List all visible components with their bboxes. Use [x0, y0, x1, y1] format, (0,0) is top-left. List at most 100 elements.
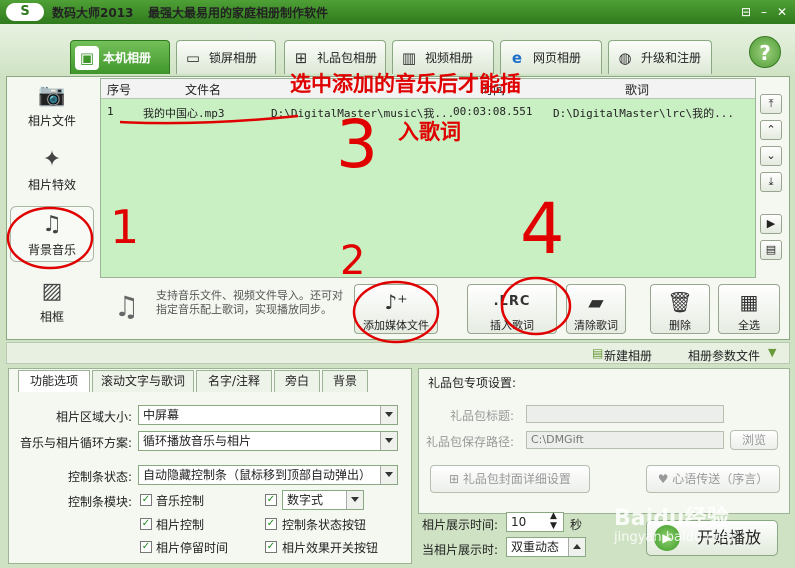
annotation-instruction-line2: 入歌词 [398, 120, 461, 144]
move-down-icon[interactable]: ⌄ [760, 146, 782, 166]
control-state-label: 控制条状态: [67, 470, 132, 484]
chevron-down-icon [385, 438, 393, 443]
row-index: 1 [107, 105, 114, 118]
effect-select[interactable]: 双重动态 [506, 537, 586, 557]
tab-lockscreen-album[interactable]: ▭ 锁屏相册 [176, 40, 276, 74]
move-up-icon[interactable]: ⌃ [760, 120, 782, 140]
select-value: 双重动态 [511, 540, 560, 554]
tab-scrolling-text-lyrics[interactable]: 滚动文字与歌词 [92, 370, 194, 392]
action-description: 支持音乐文件、视频文件导入。还可对指定音乐配上歌词，实现播放同步。 [156, 289, 343, 316]
chevron-down-icon [385, 412, 393, 417]
ie-icon: e [511, 48, 523, 67]
trash-icon: 🗑 [667, 290, 693, 314]
row-lyrics: D:\DigitalMaster\lrc\我的... [553, 107, 734, 120]
insert-lyrics-button[interactable]: .LRC 插入歌词 [467, 284, 557, 334]
chevron-down-icon [351, 497, 359, 502]
sidebar-item-photo-frame[interactable]: ▨ 相框 [10, 274, 94, 330]
help-icon[interactable]: ? [749, 36, 781, 68]
properties-icon[interactable]: ▤ [760, 240, 782, 260]
music-note-icon: ♫ [114, 290, 140, 323]
digital-style-select[interactable]: 数字式 [282, 490, 364, 510]
gift-icon: ⊞ [449, 472, 463, 486]
gift-cover-settings-button[interactable]: ⊞ 礼品包封面详细设置 [430, 465, 590, 493]
restore-icon[interactable]: ⊟ [738, 4, 754, 20]
button-label: 全选 [738, 319, 760, 332]
tab-upgrade-register[interactable]: ◍ 升级和注册 [608, 40, 712, 74]
tab-label: 锁屏相册 [209, 51, 258, 65]
column-header-index[interactable]: 序号 [107, 81, 131, 98]
mood-message-button[interactable]: ♥ 心语传送（序言） [646, 465, 780, 493]
app-logo-icon: S [6, 3, 44, 21]
app-slogan: 最强大最易用的家庭相册制作软件 [148, 6, 329, 20]
close-icon[interactable]: ✕ [774, 4, 790, 20]
add-music-icon: ♪⁺ [384, 290, 408, 314]
clear-lyrics-button[interactable]: ▰ 清除歌词 [566, 284, 626, 334]
digital-checkbox[interactable]: ✓ [265, 494, 277, 506]
photo-area-select[interactable]: 中屏幕 [138, 405, 398, 425]
tab-narration[interactable]: 旁白 [274, 370, 320, 392]
sidebar-item-background-music[interactable]: ♫ 背景音乐 [10, 206, 94, 262]
camera-icon: 📷 [38, 83, 66, 108]
film-icon: ▥ [401, 48, 417, 67]
sidebar-item-label: 背景音乐 [27, 243, 76, 257]
watermark-logo: Baidu经验 [614, 506, 729, 531]
select-value: 数字式 [287, 493, 324, 507]
annotation-instruction-line1: 选中添加的音乐后才能插 [290, 72, 521, 96]
tab-label: 升级和注册 [641, 51, 702, 65]
move-bottom-icon[interactable]: ⤓ [760, 172, 782, 192]
minimize-icon[interactable]: – [756, 4, 772, 20]
app-title: 数码大师2013 [52, 6, 134, 20]
sidebar-item-label: 相框 [39, 310, 64, 324]
photo-control-checkbox[interactable]: ✓ [140, 518, 152, 530]
column-header-filename[interactable]: 文件名 [185, 81, 221, 98]
tab-name-notes[interactable]: 名字/注释 [196, 370, 272, 392]
button-label: 清除歌词 [574, 319, 618, 332]
chevron-down-icon [385, 472, 393, 477]
move-top-icon[interactable]: ⤒ [760, 94, 782, 114]
button-label: 添加媒体文件 [363, 319, 429, 332]
gift-title-input[interactable] [526, 405, 724, 423]
control-state-button-checkbox[interactable]: ✓ [265, 518, 277, 530]
gift-path-input[interactable]: C:\DMGift [526, 431, 724, 449]
button-label: 心语传送（序言） [672, 472, 769, 486]
tab-function-options[interactable]: 功能选项 [18, 370, 90, 392]
album-params-dropdown[interactable]: 相册参数文件 [688, 347, 760, 364]
effects-icon: ✦ [42, 147, 62, 172]
button-label: 插入歌词 [490, 319, 534, 332]
checkbox-label: 相片效果开关按钮 [282, 541, 379, 555]
album-bar [6, 342, 790, 364]
tab-local-album[interactable]: ▣ 本机相册 [70, 40, 170, 74]
play-preview-icon[interactable]: ▶ [760, 214, 782, 234]
music-list[interactable]: 序号 文件名 时间 歌词 1 我的中国心.mp3 D:\DigitalMaste… [100, 78, 756, 278]
show-time-label: 相片展示时间: [422, 518, 499, 532]
photo-area-label: 相片区域大小: [55, 410, 132, 424]
button-label: 礼品包封面详细设置 [462, 472, 571, 486]
loop-select[interactable]: 循环播放音乐与相片 [138, 431, 398, 451]
sidebar-item-photo-effects[interactable]: ✦ 相片特效 [10, 142, 94, 198]
show-time-unit: 秒 [570, 518, 583, 532]
list-order-controls: ⤒ ⌃ ⌄ ⤓ ▶ ▤ [760, 94, 784, 264]
add-media-button[interactable]: ♪⁺ 添加媒体文件 [354, 284, 438, 334]
column-header-lyrics[interactable]: 歌词 [625, 81, 649, 98]
new-album-button[interactable]: 新建相册 [604, 347, 652, 364]
music-control-checkbox[interactable]: ✓ [140, 494, 152, 506]
tab-background[interactable]: 背景 [322, 370, 368, 392]
gift-icon: ⊞ [294, 48, 308, 67]
spinner-arrows-icon[interactable]: ▲ ▼ [550, 511, 557, 531]
delete-button[interactable]: 🗑 删除 [650, 284, 710, 334]
photo-duration-checkbox[interactable]: ✓ [140, 541, 152, 553]
dropdown-arrow-icon[interactable]: ▼ [768, 346, 776, 359]
control-state-select[interactable]: 自动隐藏控制条（鼠标移到顶部自动弹出） [138, 465, 398, 485]
sidebar-item-label: 相片文件 [27, 114, 76, 128]
select-value: 中屏幕 [143, 408, 180, 422]
globe-icon: ◍ [618, 48, 632, 67]
heart-icon: ♥ [657, 472, 673, 486]
annotation-number-3: 3 [336, 106, 378, 183]
browse-button[interactable]: 浏览 [730, 430, 778, 450]
row-filename: 我的中国心.mp3 [143, 107, 225, 120]
select-all-button[interactable]: ▦ 全选 [718, 284, 780, 334]
sidebar-item-photo-files[interactable]: 📷 相片文件 [10, 78, 94, 134]
effect-toggle-checkbox[interactable]: ✓ [265, 541, 277, 553]
checkbox-label: 控制条状态按钮 [282, 518, 367, 532]
gift-settings-header: 礼品包专项设置: [428, 376, 517, 390]
